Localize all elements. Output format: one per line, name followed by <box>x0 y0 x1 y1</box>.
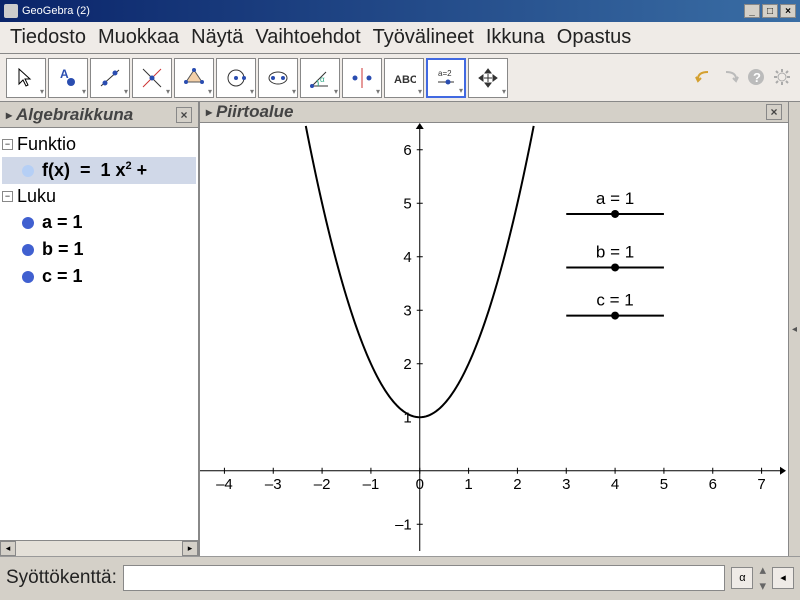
minimize-button[interactable]: _ <box>744 4 760 18</box>
menu-view[interactable]: Näytä <box>187 24 247 51</box>
tool-move-view[interactable]: ▾ <box>468 58 508 98</box>
drawing-title: Piirtoalue <box>216 102 293 122</box>
right-collapse-handle[interactable]: ◂ <box>788 102 800 556</box>
maximize-button[interactable]: □ <box>762 4 778 18</box>
tree-item-b[interactable]: b = 1 <box>2 236 196 263</box>
svg-text:6: 6 <box>709 476 717 493</box>
tree-category-function[interactable]: − Funktio <box>2 132 196 157</box>
svg-text:α: α <box>320 75 325 84</box>
visibility-bullet-icon[interactable] <box>22 244 34 256</box>
svg-text:–4: –4 <box>216 476 233 493</box>
drawing-header: ▸ Piirtoalue × <box>200 102 788 123</box>
svg-text:5: 5 <box>403 195 411 212</box>
menubar: Tiedosto Muokkaa Näytä Vaihtoehdot Työvä… <box>0 22 800 54</box>
tool-conic[interactable]: ▾ <box>258 58 298 98</box>
svg-text:5: 5 <box>660 476 668 493</box>
visibility-bullet-icon[interactable] <box>22 165 34 177</box>
menu-edit[interactable]: Muokkaa <box>94 24 183 51</box>
help-icon[interactable]: ? <box>746 67 768 89</box>
menu-file[interactable]: Tiedosto <box>6 24 90 51</box>
collapse-toggle-icon[interactable]: − <box>2 139 13 150</box>
collapse-icon[interactable]: ▸ <box>206 105 212 119</box>
tool-point[interactable]: A▾ <box>48 58 88 98</box>
symbol-picker-button[interactable]: α <box>731 567 753 589</box>
svg-text:4: 4 <box>611 476 619 493</box>
menu-help[interactable]: Opastus <box>553 24 635 51</box>
redo-button[interactable] <box>720 67 742 89</box>
tree-item-c[interactable]: c = 1 <box>2 263 196 290</box>
tool-reflect[interactable]: ▾ <box>342 58 382 98</box>
svg-text:1: 1 <box>464 476 472 493</box>
tool-line[interactable]: ▾ <box>90 58 130 98</box>
svg-text:2: 2 <box>513 476 521 493</box>
svg-text:–3: –3 <box>265 476 282 493</box>
collapse-icon[interactable]: ▸ <box>6 108 12 122</box>
visibility-bullet-icon[interactable] <box>22 271 34 283</box>
svg-text:a=2: a=2 <box>438 69 452 78</box>
tree-category-number[interactable]: − Luku <box>2 184 196 209</box>
algebra-title: Algebraikkuna <box>16 105 133 125</box>
window-title: GeoGebra (2) <box>22 5 744 17</box>
titlebar: GeoGebra (2) _ □ × <box>0 0 800 22</box>
svg-text:A: A <box>60 67 69 81</box>
tool-angle[interactable]: α▾ <box>300 58 340 98</box>
scroll-left-icon[interactable]: ◂ <box>0 541 16 556</box>
app-icon <box>4 4 18 18</box>
plot-svg[interactable]: –4–3–2–101234567–1123456a = 1b = 1c = 1 <box>200 123 786 551</box>
svg-text:–1: –1 <box>363 476 380 493</box>
svg-text:3: 3 <box>403 302 411 319</box>
tool-slider[interactable]: a=2▾ <box>426 58 466 98</box>
tool-perpendicular[interactable]: ▾ <box>132 58 172 98</box>
collapse-toggle-icon[interactable]: − <box>2 191 13 202</box>
settings-icon[interactable] <box>772 67 794 89</box>
drawing-canvas[interactable]: –4–3–2–101234567–1123456a = 1b = 1c = 1 <box>200 123 788 556</box>
svg-text:0: 0 <box>416 476 424 493</box>
algebra-tree: − Funktio f(x) = 1 x2 + − Luku a = 1 b =… <box>0 128 198 540</box>
command-input[interactable] <box>123 565 726 591</box>
history-button[interactable]: ◂ <box>772 567 794 589</box>
algebra-panel: ▸ Algebraikkuna × − Funktio f(x) = 1 x2 … <box>0 102 200 556</box>
drawing-panel: ▸ Piirtoalue × –4–3–2–101234567–1123456a… <box>200 102 788 556</box>
tool-circle[interactable]: ▾ <box>216 58 256 98</box>
svg-text:a = 1: a = 1 <box>596 189 634 208</box>
toolbar: ▾ A▾ ▾ ▾ ▾ ▾ ▾ α▾ ▾ ABC▾ a=2▾ ▾ ? <box>0 54 800 102</box>
svg-text:?: ? <box>753 70 761 85</box>
input-bar: Syöttökenttä: α ▴▾ ◂ <box>0 556 800 598</box>
svg-text:6: 6 <box>403 142 411 159</box>
algebra-close-icon[interactable]: × <box>176 107 192 123</box>
svg-text:–1: –1 <box>395 516 412 533</box>
algebra-header: ▸ Algebraikkuna × <box>0 102 198 128</box>
input-label: Syöttökenttä: <box>6 567 117 589</box>
svg-text:7: 7 <box>757 476 765 493</box>
tree-item-a[interactable]: a = 1 <box>2 209 196 236</box>
tool-text[interactable]: ABC▾ <box>384 58 424 98</box>
visibility-bullet-icon[interactable] <box>22 217 34 229</box>
tree-item-function[interactable]: f(x) = 1 x2 + <box>2 157 196 184</box>
svg-text:4: 4 <box>403 249 411 266</box>
drawing-close-icon[interactable]: × <box>766 104 782 120</box>
tool-polygon[interactable]: ▾ <box>174 58 214 98</box>
svg-text:ABC: ABC <box>394 74 416 86</box>
svg-text:3: 3 <box>562 476 570 493</box>
undo-button[interactable] <box>694 67 716 89</box>
svg-text:c = 1: c = 1 <box>596 291 633 310</box>
tool-pointer[interactable]: ▾ <box>6 58 46 98</box>
menu-options[interactable]: Vaihtoehdot <box>251 24 364 51</box>
close-button[interactable]: × <box>780 4 796 18</box>
scroll-right-icon[interactable]: ▸ <box>182 541 198 556</box>
svg-text:–2: –2 <box>314 476 331 493</box>
svg-text:2: 2 <box>403 356 411 373</box>
spinner-icon[interactable]: ▴▾ <box>759 562 766 594</box>
menu-tools[interactable]: Työvälineet <box>369 24 478 51</box>
h-scrollbar[interactable]: ◂ ▸ <box>0 540 198 556</box>
function-label: f(x) = 1 x2 + <box>42 160 147 181</box>
svg-text:b = 1: b = 1 <box>596 242 634 261</box>
menu-window[interactable]: Ikkuna <box>482 24 549 51</box>
